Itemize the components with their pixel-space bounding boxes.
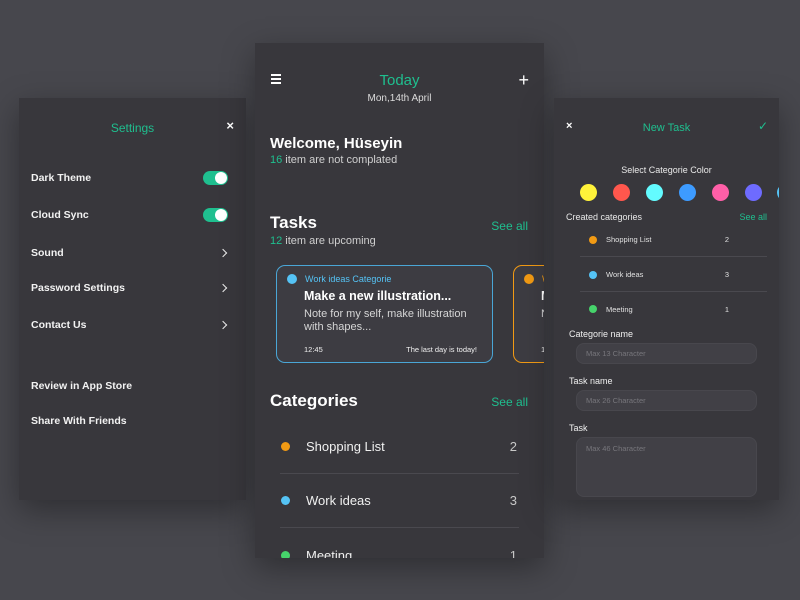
settings-item-dark-theme: Dark Theme bbox=[31, 168, 228, 188]
settings-item-cloud-sync: Cloud Sync bbox=[31, 205, 228, 225]
toggle-knob bbox=[215, 209, 227, 221]
setting-label: Dark Theme bbox=[31, 172, 92, 184]
category-dot-icon bbox=[281, 550, 290, 558]
categorie-name-label: Categorie name bbox=[569, 329, 634, 339]
task-note: Note for my self, make illustration with… bbox=[304, 308, 467, 333]
task-card[interactable]: Work ideas Categorie Make a new illustra… bbox=[276, 265, 493, 363]
setting-label: Password Settings bbox=[31, 282, 125, 294]
upcoming-text: item are upcoming bbox=[282, 235, 376, 247]
settings-item-password[interactable]: Password Settings bbox=[31, 278, 228, 298]
task-category: Work ideas Categorie bbox=[287, 274, 482, 284]
upcoming-count: 12 bbox=[270, 235, 283, 247]
task-category-label: Work ideas Categorie bbox=[305, 274, 392, 284]
task-card[interactable]: W M N w 1 bbox=[513, 265, 544, 363]
created-category-row[interactable]: Meeting 1 bbox=[580, 292, 767, 326]
task-title: M bbox=[541, 289, 544, 303]
created-category-row[interactable]: Shopping List 2 bbox=[580, 223, 767, 257]
color-swatch-blue[interactable] bbox=[679, 184, 696, 201]
category-name: Meeting bbox=[306, 547, 353, 559]
task-footer: 12:45 The last day is today! bbox=[304, 345, 477, 354]
setting-label: Cloud Sync bbox=[31, 209, 89, 221]
settings-item-review[interactable]: Review in App Store bbox=[31, 376, 228, 396]
category-count: 3 bbox=[724, 270, 729, 279]
settings-panel: Settings × Dark Theme Cloud Sync Sound P… bbox=[19, 98, 246, 500]
category-dot-icon bbox=[589, 235, 597, 244]
category-count: 2 bbox=[509, 439, 517, 454]
color-swatch-cyan[interactable] bbox=[646, 184, 663, 201]
setting-label: Sound bbox=[31, 247, 64, 259]
category-name: Meeting bbox=[606, 304, 633, 314]
task-time: 12:45 bbox=[304, 345, 323, 354]
task-label: Task bbox=[569, 423, 588, 433]
settings-item-share[interactable]: Share With Friends bbox=[31, 411, 228, 431]
category-dot-icon bbox=[589, 305, 597, 313]
task-name-input[interactable] bbox=[576, 390, 757, 411]
tasks-title: Tasks bbox=[270, 213, 317, 232]
task-note: N w bbox=[541, 308, 544, 321]
welcome-subtitle: 16 item are not complated bbox=[270, 154, 397, 166]
tasks-subtitle: 12 item are upcoming bbox=[270, 235, 376, 247]
category-row[interactable]: Shopping List 2 bbox=[280, 420, 519, 474]
task-footer: 1 bbox=[541, 345, 544, 354]
task-title: Make a new illustration... bbox=[304, 289, 452, 303]
task-category: W bbox=[524, 274, 544, 284]
incomplete-count: 16 bbox=[270, 154, 283, 166]
welcome-title: Welcome, Hüseyin bbox=[270, 135, 403, 152]
setting-label: Review in App Store bbox=[31, 380, 133, 392]
category-dot-icon bbox=[281, 442, 290, 451]
created-categories-label: Created categories bbox=[566, 212, 643, 222]
category-count: 1 bbox=[724, 304, 729, 314]
category-row[interactable]: Work ideas 3 bbox=[280, 474, 519, 528]
categories-see-all-link[interactable]: See all bbox=[491, 395, 528, 409]
task-time: 1 bbox=[541, 345, 544, 354]
category-dot-icon bbox=[589, 270, 597, 279]
task-deadline: The last day is today! bbox=[406, 345, 477, 354]
setting-label: Contact Us bbox=[31, 319, 87, 331]
toggle-knob bbox=[215, 172, 227, 184]
category-row[interactable]: Meeting 1 bbox=[280, 528, 519, 558]
settings-item-contact[interactable]: Contact Us bbox=[31, 315, 228, 335]
category-dot-icon bbox=[281, 496, 290, 505]
chevron-right-icon bbox=[220, 249, 228, 257]
chevron-right-icon bbox=[220, 321, 228, 329]
task-category-label: W bbox=[542, 274, 544, 284]
chevron-right-icon bbox=[220, 284, 228, 292]
category-name: Shopping List bbox=[606, 235, 652, 244]
category-count: 3 bbox=[509, 493, 517, 508]
category-name: Work ideas bbox=[306, 493, 371, 508]
categorie-name-input[interactable] bbox=[576, 343, 757, 364]
task-textarea[interactable] bbox=[576, 437, 757, 497]
check-icon[interactable]: ✓ bbox=[758, 119, 768, 133]
color-swatch-yellow[interactable] bbox=[580, 184, 597, 201]
settings-item-sound[interactable]: Sound bbox=[31, 243, 228, 263]
color-swatch-red[interactable] bbox=[613, 184, 630, 201]
color-swatch-purple[interactable] bbox=[745, 184, 762, 201]
color-select-label: Select Categorie Color bbox=[621, 165, 712, 175]
category-count: 1 bbox=[509, 547, 517, 559]
new-task-panel: × New Task ✓ Select Categorie Color Crea… bbox=[554, 98, 779, 500]
setting-label: Share With Friends bbox=[31, 415, 127, 427]
new-task-title: New Task bbox=[642, 122, 691, 134]
category-count: 2 bbox=[724, 235, 729, 244]
color-swatch-light-blue[interactable] bbox=[777, 184, 779, 201]
incomplete-text: item are not complated bbox=[282, 154, 398, 166]
tasks-see-all-link[interactable]: See all bbox=[491, 219, 528, 233]
settings-title: Settings bbox=[110, 121, 155, 135]
close-icon[interactable]: × bbox=[226, 118, 234, 133]
categories-title: Categories bbox=[270, 391, 358, 410]
created-see-all-link[interactable]: See all bbox=[739, 212, 767, 222]
category-dot-icon bbox=[524, 274, 534, 284]
category-name: Work ideas bbox=[606, 270, 644, 279]
today-panel: Today Mon,14th April + Welcome, Hüseyin … bbox=[255, 43, 544, 558]
color-swatch-pink[interactable] bbox=[712, 184, 729, 201]
header-title: Today bbox=[379, 72, 420, 89]
dark-theme-toggle[interactable] bbox=[203, 171, 228, 185]
category-dot-icon bbox=[287, 274, 297, 284]
category-name: Shopping List bbox=[306, 439, 385, 454]
add-icon[interactable]: + bbox=[518, 71, 529, 89]
created-category-row[interactable]: Work ideas 3 bbox=[580, 258, 767, 292]
header-date: Mon,14th April bbox=[367, 93, 432, 104]
task-name-label: Task name bbox=[569, 376, 613, 386]
cloud-sync-toggle[interactable] bbox=[203, 208, 228, 222]
